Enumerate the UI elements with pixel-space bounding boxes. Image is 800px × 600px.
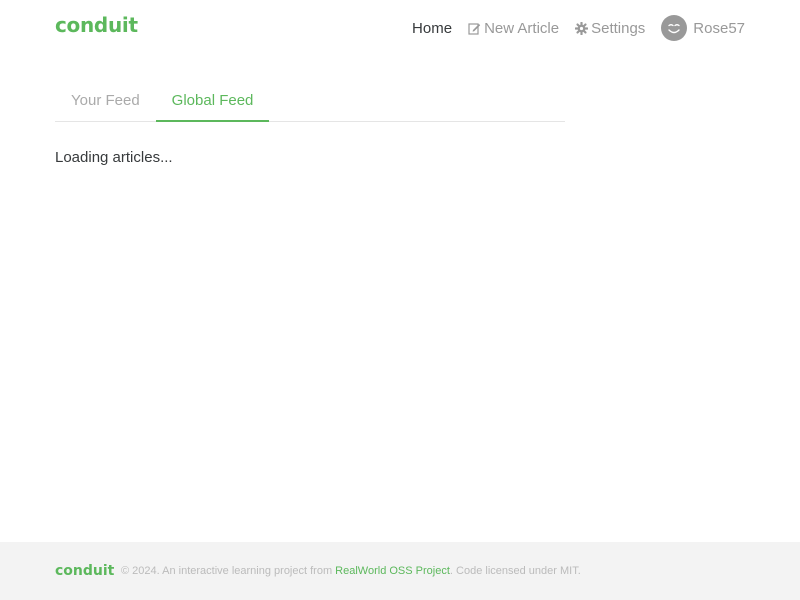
brand-logo[interactable]: conduit: [55, 13, 138, 37]
attribution-text: © 2024. An interactive learning project …: [121, 565, 333, 577]
nav-home-link[interactable]: Home: [412, 20, 452, 37]
tab-global-feed[interactable]: Global Feed: [155, 82, 270, 122]
footer-attribution: © 2024. An interactive learning project …: [121, 565, 581, 577]
nav-profile-link[interactable]: Rose57: [661, 15, 745, 41]
page-footer: conduit © 2024. An interactive learning …: [0, 542, 800, 600]
avatar: [661, 15, 688, 41]
tab-your-feed[interactable]: Your Feed: [55, 82, 156, 122]
nav-new-article-link[interactable]: New Article: [468, 20, 559, 37]
gear-icon: [575, 21, 589, 35]
top-navbar: conduit Home New Article Settings Rose57: [0, 0, 800, 56]
license-text: . Code licensed under MIT.: [449, 565, 581, 577]
loading-message: Loading articles...: [55, 149, 173, 166]
nav-links: Home New Article Settings Rose57: [396, 0, 745, 56]
nav-username: Rose57: [693, 19, 745, 37]
nav-settings-label: Settings: [591, 19, 646, 37]
footer-logo[interactable]: conduit: [55, 563, 114, 579]
nav-home-label: Home: [412, 19, 453, 37]
nav-settings-link[interactable]: Settings: [575, 20, 645, 37]
edit-icon: [468, 22, 481, 35]
feed-toggle: Your Feed Global Feed: [55, 82, 565, 122]
nav-new-article-label: New Article: [484, 19, 560, 37]
realworld-link[interactable]: RealWorld OSS Project: [335, 565, 450, 577]
